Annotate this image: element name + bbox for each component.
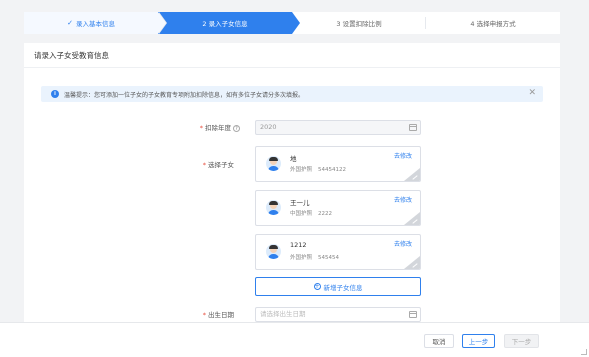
step-progress: ✓ 录入基本信息 2 录入子女信息 3 设置扣除比例 4 选择申报方式 [24, 12, 560, 34]
calendar-icon [409, 311, 417, 318]
year-value: 2020 [260, 123, 277, 131]
birth-date-field[interactable]: 请选择出生日期 [255, 307, 421, 322]
step-3[interactable]: 3 设置扣除比例 [292, 12, 426, 34]
child-card[interactable]: 1212 外国护照 545454 去修改 [255, 234, 421, 270]
edit-child-link[interactable]: 去修改 [394, 195, 412, 204]
next-button[interactable]: 下一步 [504, 334, 539, 348]
birth-label: * 出生日期 [174, 309, 234, 319]
panel-title: 请录入子女受教育信息 [24, 43, 560, 68]
required-mark: * [202, 161, 206, 169]
child-name: 王一儿 [290, 199, 310, 207]
year-label-text: 扣除年度 [205, 124, 231, 132]
step-arrow [292, 12, 300, 34]
avatar [266, 200, 281, 215]
step-2[interactable]: 2 录入子女信息 [158, 12, 300, 34]
child-card[interactable]: 王一儿 中国护照 2222 去修改 [255, 190, 421, 226]
child-name: 1212 [290, 241, 307, 249]
tip-banner: i 温馨提示：您可添加一位子女的子女教育专项附加扣除信息，如有多位子女请分多次填… [41, 86, 543, 102]
step-1-label: 录入基本信息 [75, 20, 115, 28]
year-field[interactable]: 2020 [255, 120, 421, 135]
add-child-label: 新增子女信息 [323, 283, 363, 292]
add-child-button[interactable]: + 新增子女信息 [255, 277, 421, 296]
form-panel: 请录入子女受教育信息 i 温馨提示：您可添加一位子女的子女教育专项附加扣除信息，… [24, 43, 560, 343]
step-3-label: 3 设置扣除比例 [336, 20, 382, 28]
edit-child-link[interactable]: 去修改 [394, 239, 412, 248]
avatar [266, 156, 281, 171]
required-mark: * [199, 124, 203, 132]
previous-button[interactable]: 上一步 [462, 334, 495, 348]
help-icon[interactable]: ? [233, 124, 240, 132]
step-2-label: 2 录入子女信息 [202, 20, 248, 28]
check-icon: ✓ [67, 19, 73, 27]
cancel-button[interactable]: 取消 [424, 334, 454, 348]
step-4-label: 4 选择申报方式 [470, 20, 516, 28]
child-id: 外国护照 54454122 [290, 167, 347, 173]
child-card[interactable]: 地 外国护照 54454122 去修改 [255, 146, 421, 182]
step-4[interactable]: 4 选择申报方式 [426, 12, 560, 34]
step-arrow [158, 12, 166, 34]
children-label-text: 选择子女 [208, 161, 234, 169]
edit-child-link[interactable]: 去修改 [394, 151, 412, 160]
avatar [266, 244, 281, 259]
resize-handle-icon[interactable] [581, 349, 587, 355]
calendar-icon [409, 124, 417, 131]
footer-bar: 取消 上一步 下一步 [0, 322, 589, 357]
plus-icon: + [313, 283, 321, 290]
birth-date-placeholder: 请选择出生日期 [260, 310, 306, 318]
required-mark: * [202, 311, 206, 319]
tip-text: 温馨提示：您可添加一位子女的子女教育专项附加扣除信息，如有多位子女请分多次填报。 [64, 91, 305, 99]
birth-label-text: 出生日期 [208, 311, 234, 319]
close-icon[interactable]: ✕ [528, 88, 536, 98]
child-id: 中国护照 2222 [290, 211, 333, 217]
child-name: 地 [290, 155, 297, 163]
info-icon: i [51, 90, 59, 98]
step-1[interactable]: ✓ 录入基本信息 [24, 12, 167, 34]
year-label: * 扣除年度? [180, 122, 240, 132]
children-label: * 选择子女 [174, 159, 234, 169]
child-id: 外国护照 545454 [290, 255, 340, 261]
